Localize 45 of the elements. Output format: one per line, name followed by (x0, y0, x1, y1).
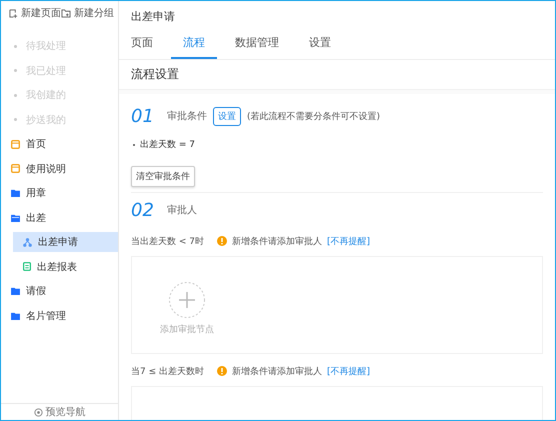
new-page-icon (9, 8, 18, 18)
tab[interactable]: 页面 (131, 31, 165, 59)
warning-icon (217, 366, 227, 376)
dismiss-link[interactable]: [不再提醒] (327, 364, 370, 378)
page-icon (11, 164, 20, 173)
step-title: 审批条件 (167, 110, 207, 123)
new-folder-icon (61, 8, 71, 18)
clear-conditions-button[interactable]: 清空审批条件 (131, 166, 195, 187)
bullet-icon (14, 44, 17, 48)
step-number: 01 (131, 106, 155, 126)
bullet-icon (14, 118, 17, 121)
warning-text: 新增条件请添加审批人 (232, 366, 322, 378)
hierarchy-icon (23, 238, 32, 246)
page-title: 出差申请 (131, 9, 176, 25)
step-number: 02 (131, 200, 155, 220)
sidebar-item[interactable]: 首页 (1, 134, 118, 154)
sidebar-item[interactable]: 出差申请 (13, 232, 118, 252)
report-icon (23, 262, 31, 271)
sidebar-item[interactable]: 用章 (1, 183, 118, 203)
preview-navigation-button[interactable]: 预览导航 (34, 405, 86, 419)
dismiss-link[interactable]: [不再提醒] (327, 234, 370, 248)
branch-condition: 当出差天数 < 7时 (131, 236, 204, 248)
sidebar-item[interactable]: 出差报表 (13, 256, 118, 276)
sidebar-action-button[interactable]: 新建分组 (61, 6, 114, 20)
sidebar-item[interactable]: 请假 (1, 281, 118, 301)
sidebar-item[interactable]: 使用说明 (1, 158, 118, 178)
set-button[interactable]: 设置 (213, 106, 241, 126)
warning-text: 新增条件请添加审批人 (232, 236, 322, 248)
condition-text: 出差天数 = 7 (140, 138, 195, 151)
bullet-icon (14, 69, 17, 72)
tab[interactable]: 设置 (309, 31, 343, 59)
sidebar-item[interactable]: 出差 (1, 208, 118, 228)
bullet-icon (14, 94, 17, 96)
sidebar-action-button[interactable]: 新建页面 (9, 6, 61, 20)
hint-text: (若此流程不需要分条件可不设置) (247, 110, 380, 122)
add-node-label: 添加审批节点 (160, 324, 214, 336)
section-title: 流程设置 (119, 60, 555, 90)
warning-icon (217, 236, 227, 246)
tab[interactable]: 数据管理 (235, 31, 291, 59)
step-title: 审批人 (167, 204, 197, 217)
page-icon (11, 140, 20, 148)
eye-icon (34, 408, 42, 416)
branch-condition: 当7 ≤ 出差天数时 (131, 366, 204, 378)
add-node-icon[interactable] (169, 282, 205, 318)
sidebar-item[interactable]: 名片管理 (1, 306, 118, 326)
